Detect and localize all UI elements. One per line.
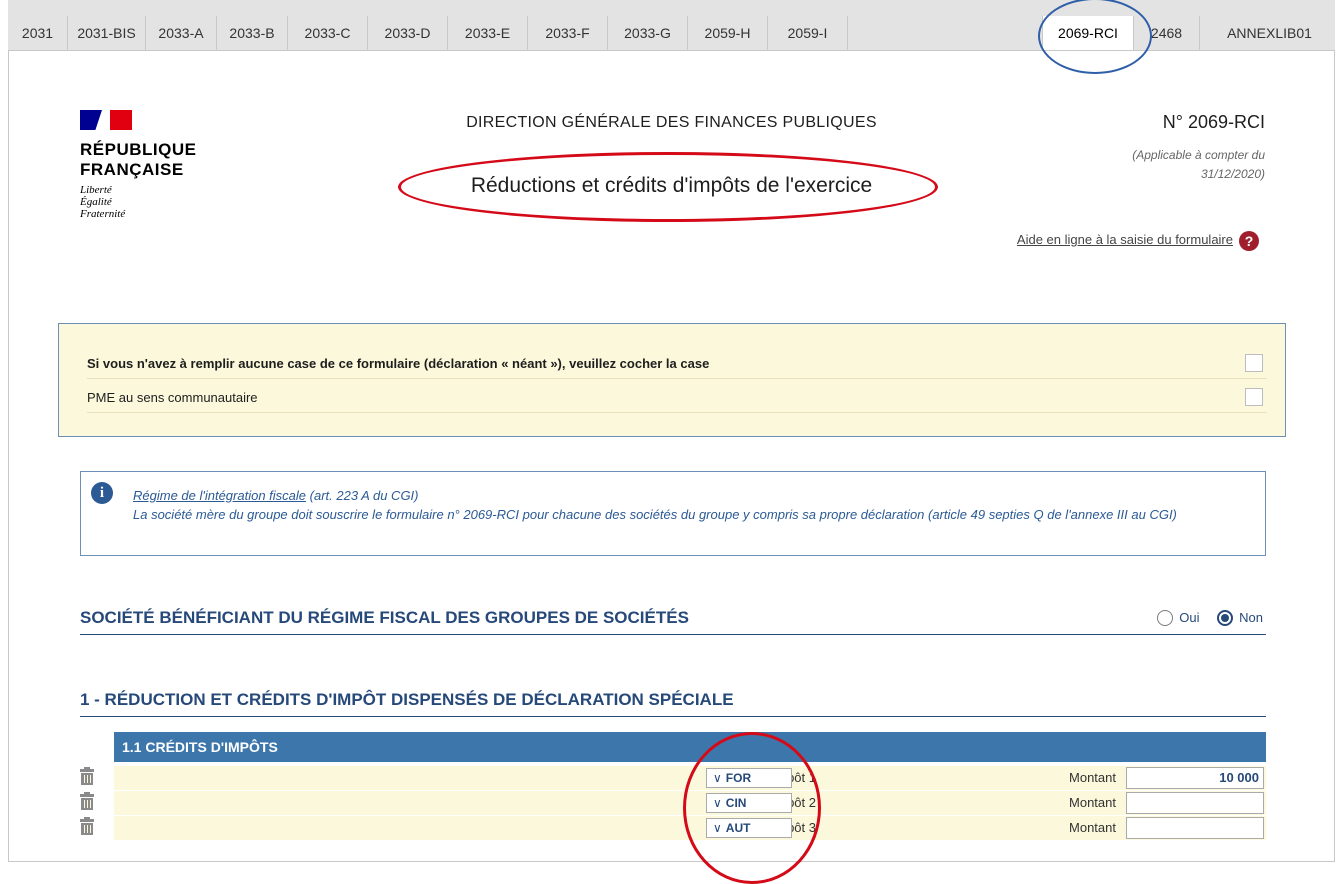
- applicable-date: (Applicable à compter du 31/12/2020): [1065, 146, 1265, 184]
- montant-label: Montant: [1069, 820, 1116, 835]
- form-number: N° 2069-RCI: [1162, 112, 1265, 132]
- credit-code-value: AUT: [725, 821, 751, 835]
- tab-2059-i[interactable]: 2059-I: [768, 16, 848, 50]
- applicable-line-2: 31/12/2020): [1200, 167, 1265, 181]
- devise-fraternite: Fraternité: [80, 208, 126, 220]
- logo-republique: RÉPUBLIQUE: [80, 140, 197, 159]
- tab-2031[interactable]: 2031: [8, 16, 68, 50]
- montant-input[interactable]: 10 000: [1126, 767, 1264, 789]
- montant-label: Montant: [1069, 795, 1116, 810]
- chevron-down-icon: ∨: [713, 796, 722, 810]
- neant-checkbox[interactable]: [1245, 354, 1263, 372]
- groupe-oui-label: Oui: [1179, 610, 1200, 626]
- tab-annexlib01[interactable]: ANNEXLIB01: [1200, 16, 1335, 50]
- info-icon: i: [91, 482, 113, 504]
- groupe-section-title: SOCIÉTÉ BÉNÉFICIANT DU RÉGIME FISCAL DES…: [80, 608, 1266, 635]
- credit-row: Crédit d'impôt 1 ∨FOR Montant 10 000: [80, 766, 1266, 791]
- montant-label: Montant: [1069, 770, 1116, 785]
- help-question-icon[interactable]: ?: [1239, 231, 1259, 251]
- tab-2033-a[interactable]: 2033-A: [146, 16, 217, 50]
- credit-code-value: FOR: [725, 771, 752, 785]
- tab-2031-bis[interactable]: 2031-BIS: [68, 16, 146, 50]
- integration-fiscale-info-box: i Régime de l'intégration fiscale (art. …: [80, 471, 1266, 556]
- credit-row: Crédit d'impôt 3 ∨AUT Montant: [80, 816, 1266, 841]
- chevron-down-icon: ∨: [713, 821, 722, 835]
- tab-2033-e[interactable]: 2033-E: [448, 16, 528, 50]
- credit-code-value: CIN: [725, 796, 747, 810]
- tab-2033-d[interactable]: 2033-D: [368, 16, 448, 50]
- groupe-oui-radio[interactable]: [1157, 609, 1174, 626]
- tab-2033-f[interactable]: 2033-F: [528, 16, 608, 50]
- groupe-radio-group: Oui Non: [1157, 609, 1263, 626]
- credit-code-select[interactable]: ∨ CIN: [706, 793, 792, 813]
- trash-icon[interactable]: [80, 792, 94, 811]
- applicable-line-1: (Applicable à compter du: [1132, 148, 1265, 162]
- online-help-link[interactable]: Aide en ligne à la saisie du formulaire: [1017, 232, 1233, 247]
- integration-fiscale-link[interactable]: Régime de l'intégration fiscale: [133, 488, 306, 503]
- pme-label: PME au sens communautaire: [87, 390, 258, 405]
- neant-row: Si vous n'avez à remplir aucune case de …: [87, 350, 1267, 379]
- groupe-non-label: Non: [1239, 610, 1263, 626]
- direction-heading: DIRECTION GÉNÉRALE DES FINANCES PUBLIQUE…: [466, 114, 877, 131]
- info-text: Régime de l'intégration fiscale (art. 22…: [133, 486, 1247, 524]
- tab-2033-b[interactable]: 2033-B: [217, 16, 288, 50]
- pme-row: PME au sens communautaire: [87, 384, 1267, 413]
- tab-2033-c[interactable]: 2033-C: [288, 16, 368, 50]
- pme-checkbox[interactable]: [1245, 388, 1263, 406]
- groupe-non-radio[interactable]: [1217, 609, 1234, 626]
- trash-icon[interactable]: [80, 817, 94, 836]
- tab-2033-g[interactable]: 2033-G: [608, 16, 688, 50]
- credit-row: Crédit d'impôt 2 ∨CIN Montant: [80, 791, 1266, 816]
- tab-2069-rci[interactable]: 2069-RCI: [1042, 16, 1134, 50]
- info-ref: (art. 223 A du CGI): [306, 488, 419, 503]
- info-body: La société mère du groupe doit souscrire…: [133, 507, 1177, 522]
- montant-input[interactable]: [1126, 817, 1264, 839]
- credit-code-select[interactable]: ∨ AUT: [706, 818, 792, 838]
- montant-input[interactable]: [1126, 792, 1264, 814]
- section-1-title: 1 - RÉDUCTION ET CRÉDITS D'IMPÔT DISPENS…: [80, 690, 1266, 717]
- tab-2468[interactable]: 2468: [1134, 16, 1200, 50]
- trash-icon[interactable]: [80, 767, 94, 786]
- chevron-down-icon: ∨: [713, 771, 722, 785]
- form-tab-bar: 2031 2031-BIS 2033-A 2033-B 2033-C 2033-…: [8, 0, 1335, 51]
- credits-table-header: 1.1 CRÉDITS D'IMPÔTS: [114, 732, 1266, 762]
- neant-label: Si vous n'avez à remplir aucune case de …: [87, 356, 710, 371]
- tab-2059-h[interactable]: 2059-H: [688, 16, 768, 50]
- credit-code-select[interactable]: ∨ FOR: [706, 768, 792, 788]
- declaration-options-panel: Si vous n'avez à remplir aucune case de …: [58, 323, 1286, 437]
